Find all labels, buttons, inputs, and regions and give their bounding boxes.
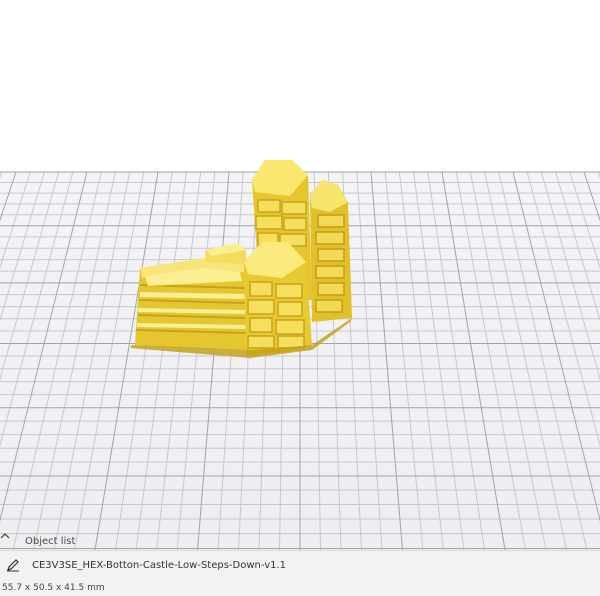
object-list-toggle[interactable]: Object list bbox=[0, 532, 600, 550]
pencil-icon[interactable] bbox=[6, 558, 20, 572]
3d-viewport[interactable]: Object list bbox=[0, 0, 600, 550]
object-info-panel: CE3V3SE_HEX-Botton-Castle-Low-Steps-Down… bbox=[0, 550, 600, 596]
object-dimensions: 55.7 x 50.5 x 41.5 mm bbox=[2, 583, 105, 593]
object-list-label: Object list bbox=[25, 535, 76, 547]
build-plate-scene bbox=[0, 160, 600, 550]
object-name[interactable]: CE3V3SE_HEX-Botton-Castle-Low-Steps-Down… bbox=[32, 560, 286, 571]
